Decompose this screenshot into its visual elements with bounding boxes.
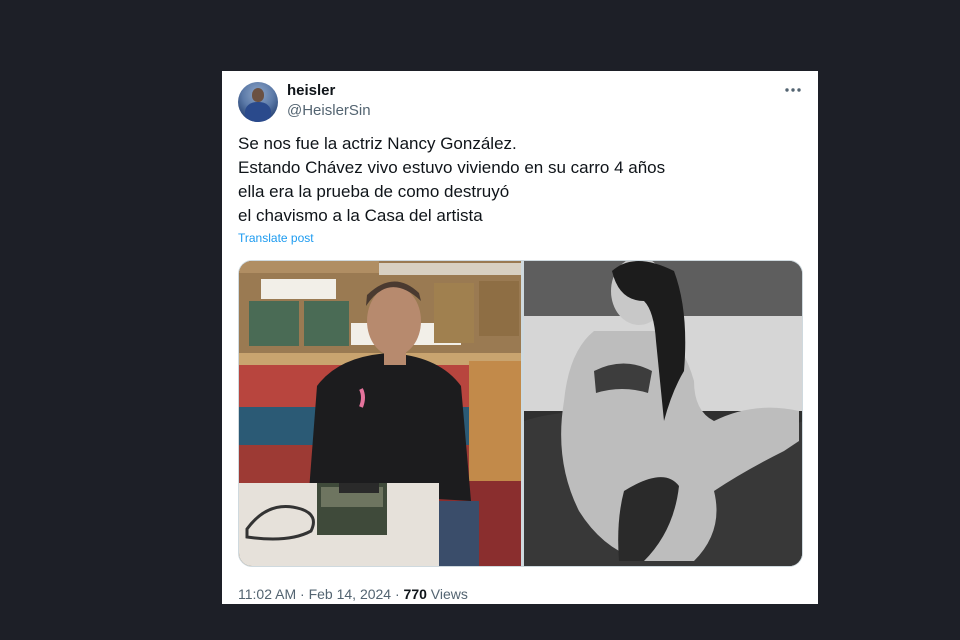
profile-avatar[interactable]: [238, 82, 278, 122]
author-display-name[interactable]: heisler: [287, 82, 335, 100]
tweet-text: Se nos fue la actriz Nancy González. Est…: [238, 132, 798, 228]
tweet-time[interactable]: 11:02 AM: [238, 586, 296, 602]
tweet-metadata: 11:02 AM · Feb 14, 2024 · 770 Views: [238, 585, 468, 603]
photo-left-image: [239, 261, 521, 566]
avatar-torso-shape: [245, 102, 271, 122]
tweet-photo-right[interactable]: [524, 261, 802, 566]
media-grid: [238, 260, 803, 567]
avatar-head-shape: [252, 88, 264, 102]
tweet-text-line: Estando Chávez vivo estuvo viviendo en s…: [238, 158, 666, 177]
tweet-text-line: Se nos fue la actriz Nancy González.: [238, 134, 517, 153]
photo-right-image: [524, 261, 802, 566]
tweet-card: heisler @HeislerSin Se nos fue la actriz…: [222, 71, 818, 604]
tweet-text-line: ella era la prueba de como destruyó: [238, 182, 510, 201]
views-label: Views: [430, 586, 468, 602]
more-options-icon[interactable]: [782, 81, 804, 99]
author-handle[interactable]: @HeislerSin: [287, 102, 371, 120]
meta-separator: ·: [394, 586, 400, 602]
views-count: 770: [403, 586, 427, 602]
tweet-text-line: el chavismo a la Casa del artista: [238, 206, 483, 225]
tweet-date[interactable]: Feb 14, 2024: [309, 586, 392, 602]
meta-separator: ·: [300, 586, 305, 602]
translate-post-link[interactable]: Translate post: [238, 231, 314, 245]
tweet-photo-left[interactable]: [239, 261, 521, 566]
